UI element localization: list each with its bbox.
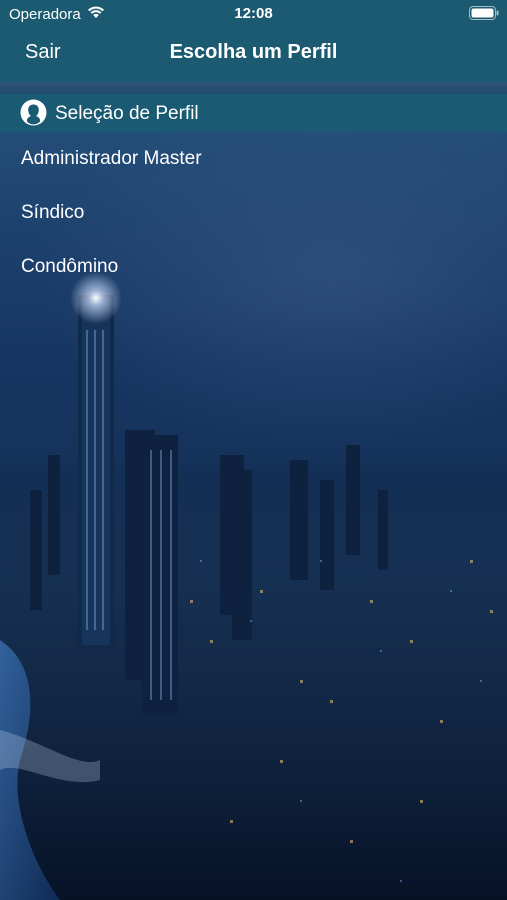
profile-list: Administrador Master Síndico Condômino (0, 132, 507, 294)
profile-item-sindico[interactable]: Síndico (0, 186, 507, 240)
section-title: Seleção de Perfil (55, 103, 199, 124)
status-bar: Operadora 12:08 (0, 0, 507, 28)
profile-item-administrador-master[interactable]: Administrador Master (0, 132, 507, 186)
profile-item-condomino[interactable]: Condômino (0, 240, 507, 294)
user-silhouette-icon (20, 99, 47, 126)
header-divider (0, 82, 507, 94)
page-title: Escolha um Perfil (169, 41, 338, 63)
battery-icon (469, 6, 499, 20)
navigation-header: Operadora 12:08 Sair Escolha um Perfil (0, 0, 507, 82)
status-time: 12:08 (234, 5, 273, 22)
